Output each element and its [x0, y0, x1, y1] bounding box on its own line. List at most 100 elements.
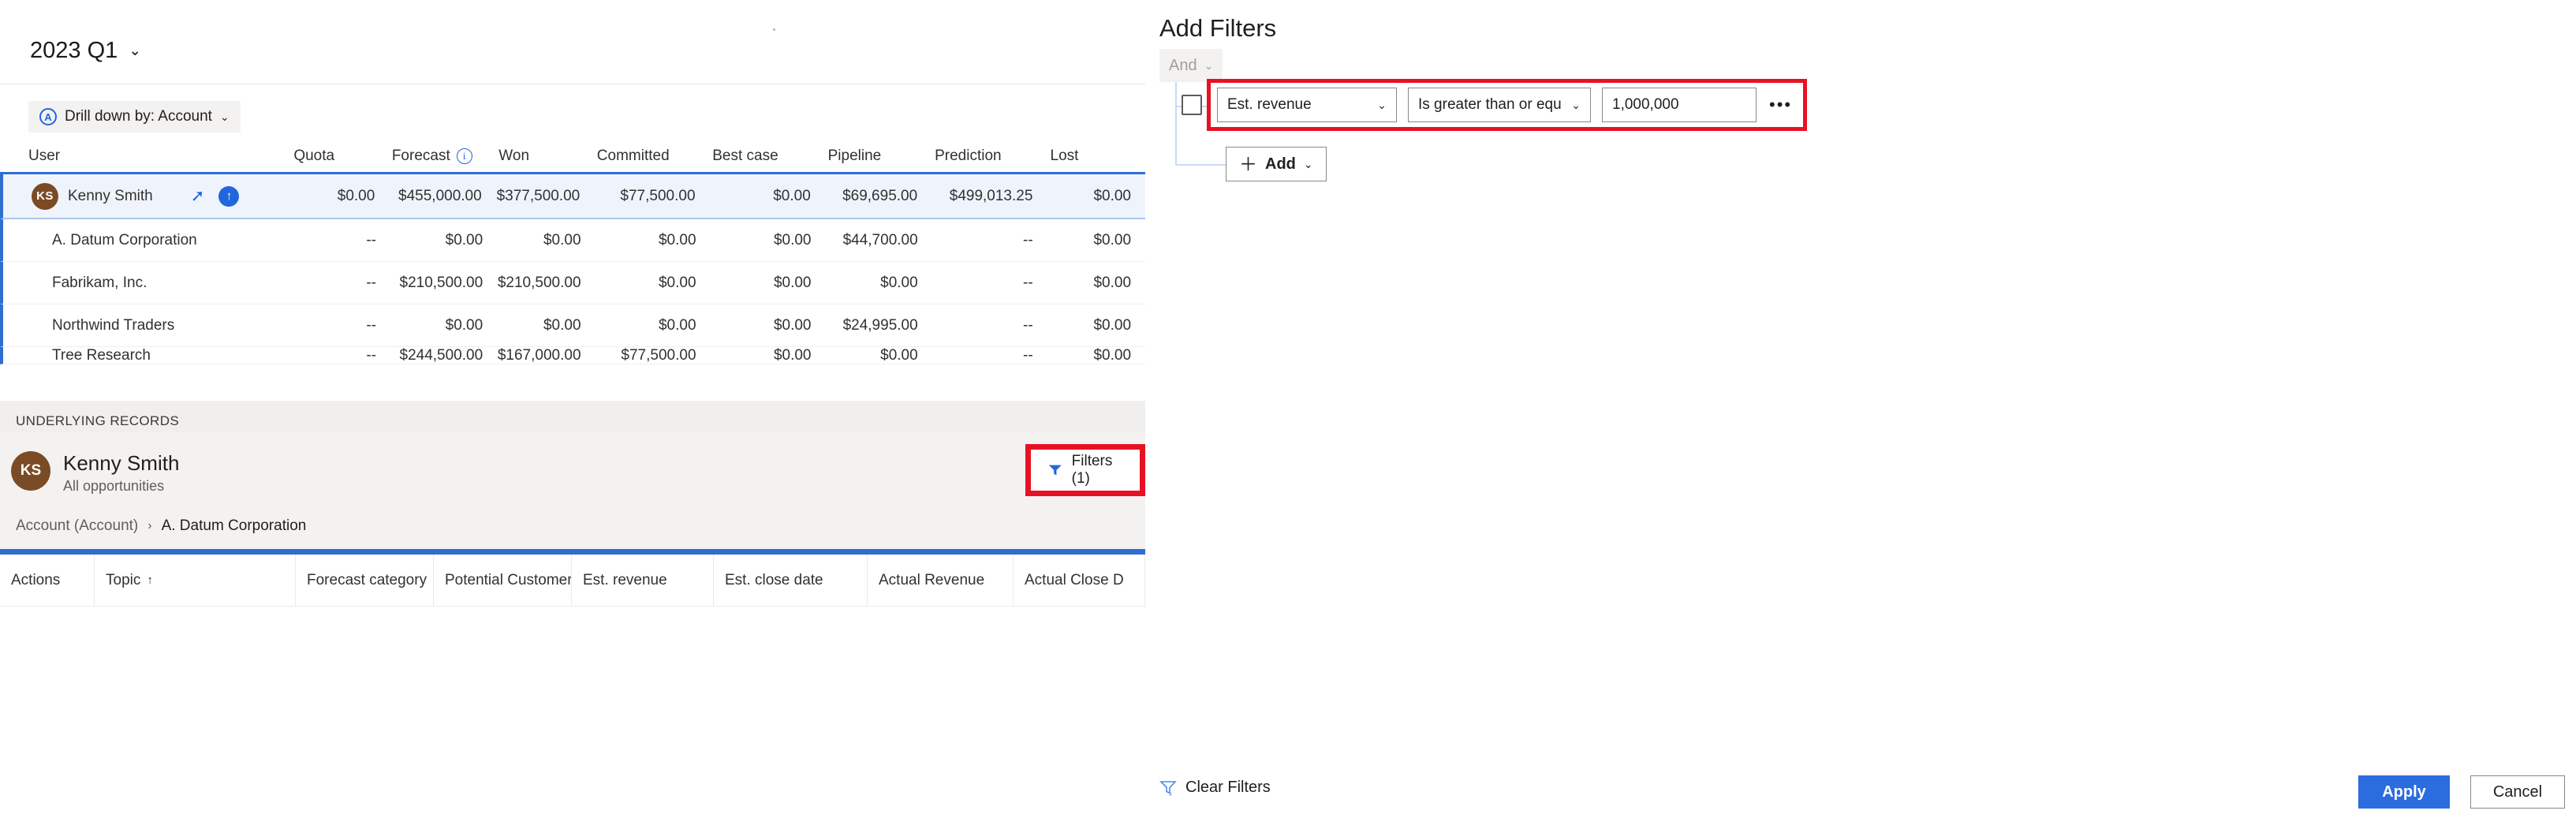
filters-button[interactable]: Filters (1) [1031, 450, 1140, 491]
column-header-pipeline[interactable]: Pipeline [825, 148, 931, 165]
period-selector[interactable]: 2023 Q1 ⌄ [30, 38, 141, 64]
column-header-topic[interactable]: Topic↑ [95, 555, 296, 606]
tree-connector-branch-2 [1175, 164, 1226, 166]
table-row[interactable]: Northwind Traders -- $0.00 $0.00 $0.00 $… [0, 304, 1145, 347]
cell-won: $210,500.00 [497, 275, 595, 292]
filter-value-input[interactable]: 1,000,000 [1602, 88, 1757, 122]
cell-pipeline: $24,995.00 [826, 317, 932, 334]
column-header-lost[interactable]: Lost [1047, 148, 1145, 165]
column-header-committed[interactable]: Committed [594, 148, 709, 165]
add-filter-label: Add [1265, 155, 1296, 174]
cell-lost: $0.00 [1047, 188, 1145, 205]
breadcrumb-separator: › [147, 519, 151, 533]
filter-value-text: 1,000,000 [1612, 96, 1679, 114]
account-name: Northwind Traders [3, 317, 293, 334]
breadcrumb: Account (Account) › A. Datum Corporation [16, 517, 306, 535]
cell-best-case: $0.00 [711, 317, 826, 334]
app-root: 2023 Q1 ⌄ A Drill down by: Account ⌄ Use… [0, 0, 2576, 818]
clear-filters-button[interactable]: x Clear Filters [1159, 779, 1271, 797]
cell-forecast: $210,500.00 [390, 275, 497, 292]
drill-down-by-account-button[interactable]: A Drill down by: Account ⌄ [28, 101, 241, 133]
column-header-actual-revenue[interactable]: Actual Revenue [868, 555, 1014, 606]
cell-prediction: $499,013.25 [931, 188, 1047, 205]
column-header-actions[interactable]: Actions [0, 555, 95, 606]
forecast-grid: User Quota Forecasti Won Committed Best … [0, 140, 1145, 364]
cell-committed: $0.00 [595, 232, 711, 249]
row-action-group: ➚ ↑ [191, 186, 240, 207]
column-header-best-case[interactable]: Best case [709, 148, 824, 165]
cell-won: $0.00 [497, 317, 595, 334]
cell-committed: $77,500.00 [595, 347, 711, 364]
cell-pipeline: $69,695.00 [825, 188, 931, 205]
filters-button-highlight: Filters (1) [1025, 444, 1145, 496]
arrow-up-icon[interactable]: ↑ [218, 186, 239, 207]
filter-icon [1048, 462, 1062, 478]
underlying-records-table: Actions Topic↑ Forecast category Potenti… [0, 549, 1145, 818]
cell-quota: $0.00 [291, 188, 390, 205]
sort-ascending-icon: ↑ [147, 573, 153, 587]
user-cell: KS Kenny Smith ➚ ↑ [3, 183, 291, 210]
column-header-won[interactable]: Won [495, 148, 594, 165]
cell-forecast: $0.00 [390, 317, 497, 334]
period-label: 2023 Q1 [30, 38, 118, 64]
more-options-icon[interactable]: ••• [1764, 96, 1797, 114]
cell-quota: -- [293, 232, 390, 249]
column-header-est-revenue[interactable]: Est. revenue [572, 555, 714, 606]
cell-forecast: $244,500.00 [390, 347, 497, 364]
table-row[interactable]: A. Datum Corporation -- $0.00 $0.00 $0.0… [0, 219, 1145, 262]
info-icon[interactable]: i [457, 148, 472, 164]
filter-attribute-value: Est. revenue [1227, 96, 1312, 114]
table-row[interactable]: KS Kenny Smith ➚ ↑ $0.00 $455,000.00 $37… [0, 172, 1145, 219]
cell-lost: $0.00 [1047, 275, 1145, 292]
add-filters-panel: Add Filters And ⌄ Est. revenue ⌄ Is grea… [1145, 0, 2576, 818]
cancel-button[interactable]: Cancel [2470, 775, 2565, 809]
forecast-grid-header: User Quota Forecasti Won Committed Best … [0, 140, 1145, 172]
underlying-table-header: Actions Topic↑ Forecast category Potenti… [0, 555, 1145, 607]
cell-best-case: $0.00 [711, 347, 826, 364]
table-row[interactable]: Tree Research -- $244,500.00 $167,000.00… [0, 347, 1145, 364]
chevron-down-icon: ⌄ [220, 110, 230, 124]
page-title: Add Filters [1159, 14, 1276, 43]
cell-won: $0.00 [497, 232, 595, 249]
column-header-potential-customer[interactable]: Potential Customer [434, 555, 572, 606]
cell-committed: $77,500.00 [594, 188, 709, 205]
column-header-forecast[interactable]: Forecasti [389, 148, 495, 165]
owner-name: Kenny Smith [63, 451, 179, 476]
forecast-pane: 2023 Q1 ⌄ A Drill down by: Account ⌄ Use… [0, 0, 1145, 818]
cell-prediction: -- [932, 347, 1047, 364]
apply-button[interactable]: Apply [2358, 775, 2450, 809]
cell-forecast: $455,000.00 [389, 188, 495, 205]
add-filter-button[interactable]: ＋ Add ⌄ [1226, 147, 1327, 181]
column-header-prediction[interactable]: Prediction [931, 148, 1047, 165]
filter-row-checkbox[interactable] [1182, 95, 1202, 115]
filter-attribute-dropdown[interactable]: Est. revenue ⌄ [1217, 88, 1397, 122]
breadcrumb-parent[interactable]: Account (Account) [16, 517, 138, 535]
account-name: Fabrikam, Inc. [3, 275, 293, 292]
chevron-down-icon: ⌄ [1204, 59, 1214, 73]
table-row[interactable]: Fabrikam, Inc. -- $210,500.00 $210,500.0… [0, 262, 1145, 304]
column-header-forecast-category[interactable]: Forecast category [296, 555, 434, 606]
share-icon[interactable]: ➚ [191, 188, 205, 204]
column-header-est-close-date[interactable]: Est. close date [714, 555, 868, 606]
filter-condition-row: Est. revenue ⌄ Is greater than or equal … [1207, 79, 1807, 131]
account-icon: A [39, 108, 57, 125]
column-header-quota[interactable]: Quota [290, 148, 389, 165]
avatar: KS [32, 183, 58, 210]
cell-quota: -- [293, 347, 390, 364]
account-name: Tree Research [3, 347, 293, 364]
cell-won: $167,000.00 [497, 347, 595, 364]
chevron-down-icon: ⌄ [1304, 158, 1313, 171]
chevron-down-icon: ⌄ [1377, 99, 1387, 112]
cell-pipeline: $0.00 [826, 275, 932, 292]
underlying-records-section: UNDERLYING RECORDS KS Kenny Smith All op… [0, 401, 1145, 818]
add-filters-footer: x Clear Filters Apply Cancel [1145, 766, 2576, 818]
column-header-user[interactable]: User [0, 148, 290, 165]
drill-down-label: Drill down by: Account [65, 108, 212, 125]
underlying-table-body [0, 607, 1145, 818]
cell-best-case: $0.00 [711, 232, 826, 249]
chevron-down-icon: ⌄ [1571, 99, 1581, 112]
filter-operator-dropdown[interactable]: Is greater than or equal ... ⌄ [1408, 88, 1591, 122]
column-header-actual-close-date[interactable]: Actual Close D [1014, 555, 1145, 606]
logic-operator-dropdown[interactable]: And ⌄ [1159, 49, 1223, 82]
cell-committed: $0.00 [595, 275, 711, 292]
